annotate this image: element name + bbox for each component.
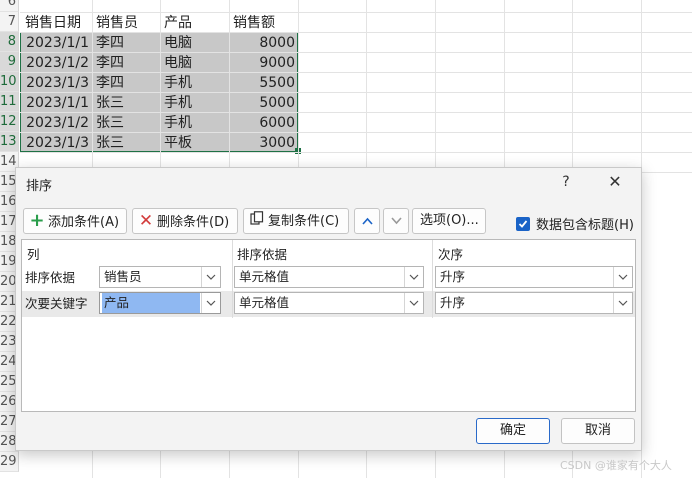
dropdown-button[interactable]: [201, 293, 220, 313]
dropdown-button[interactable]: [201, 267, 220, 287]
criteria-table: 列 排序依据 次序 排序依据 销售员 单元格值 升序 次要关键字 产品 单元格值…: [21, 239, 636, 412]
row-header[interactable]: 6: [0, 0, 19, 12]
copy-icon: [248, 209, 266, 233]
copy-condition-label: 复制条件(C): [268, 214, 340, 229]
x-icon: ✕: [138, 211, 154, 231]
move-down-button[interactable]: [383, 208, 409, 234]
salesperson-cell[interactable]: 张三: [93, 93, 160, 113]
ok-button[interactable]: 确定: [476, 418, 550, 444]
salesperson-cell[interactable]: 李四: [93, 33, 160, 53]
dropdown-button[interactable]: [404, 267, 423, 287]
dropdown-button[interactable]: [613, 267, 632, 287]
add-condition-button[interactable]: + 添加条件(A): [23, 208, 127, 234]
product-cell[interactable]: 平板: [161, 133, 229, 153]
sort-on-select[interactable]: 单元格值: [234, 292, 424, 314]
amount-cell[interactable]: 6000: [230, 113, 298, 133]
product-cell[interactable]: 手机: [161, 113, 229, 133]
date-cell[interactable]: 2023/1/1: [22, 33, 92, 53]
chevron-down-icon: [391, 217, 402, 225]
column-divider: [232, 240, 233, 318]
sort-dialog: 排序 ? ✕ + 添加条件(A) ✕ 删除条件(D) 复制条件(C) 选项(O)..…: [15, 167, 642, 451]
header-cell[interactable]: 产品: [161, 13, 229, 33]
row-header[interactable]: 8: [0, 32, 19, 52]
date-cell[interactable]: 2023/1/3: [22, 73, 92, 93]
checkmark-icon[interactable]: [516, 216, 530, 231]
dropdown-button[interactable]: [613, 293, 632, 313]
chevron-down-icon: [206, 300, 216, 306]
criteria-label: 次要关键字: [25, 296, 88, 311]
order-select[interactable]: 升序: [435, 266, 633, 288]
column-select-value: 销售员: [104, 269, 142, 284]
date-cell[interactable]: 2023/1/1: [22, 93, 92, 113]
header-cell[interactable]: 销售员: [93, 13, 160, 33]
dropdown-button[interactable]: [404, 293, 423, 313]
chevron-down-icon: [618, 274, 628, 280]
column-header: 列: [27, 247, 40, 262]
product-cell[interactable]: 电脑: [161, 53, 229, 73]
row-header[interactable]: 12: [0, 112, 19, 132]
row-header[interactable]: 7: [0, 12, 19, 32]
date-cell[interactable]: 2023/1/2: [22, 53, 92, 73]
row-header[interactable]: 29: [0, 452, 19, 472]
column-select[interactable]: 产品: [99, 292, 221, 314]
amount-cell[interactable]: 3000: [230, 133, 298, 153]
product-cell[interactable]: 手机: [161, 73, 229, 93]
row-header[interactable]: 13: [0, 132, 19, 152]
row-header[interactable]: 10: [0, 72, 19, 92]
column-divider: [432, 240, 433, 318]
order-header: 次序: [438, 247, 464, 262]
amount-cell[interactable]: 5500: [230, 73, 298, 93]
product-cell[interactable]: 电脑: [161, 33, 229, 53]
date-cell[interactable]: 2023/1/2: [22, 113, 92, 133]
options-button[interactable]: 选项(O)...: [412, 208, 486, 234]
delete-condition-button[interactable]: ✕ 删除条件(D): [132, 208, 238, 234]
amount-cell[interactable]: 8000: [230, 33, 298, 53]
sort-on-value: 单元格值: [239, 269, 290, 284]
watermark: CSDN @谁家有个大人: [560, 459, 672, 472]
salesperson-cell[interactable]: 张三: [93, 133, 160, 153]
column-select[interactable]: 销售员: [99, 266, 221, 288]
date-cell[interactable]: 2023/1/3: [22, 133, 92, 153]
salesperson-cell[interactable]: 张三: [93, 113, 160, 133]
amount-cell[interactable]: 9000: [230, 53, 298, 73]
salesperson-cell[interactable]: 李四: [93, 73, 160, 93]
sort-on-value: 单元格值: [239, 295, 290, 310]
close-button[interactable]: ✕: [602, 171, 628, 193]
move-up-button[interactable]: [354, 208, 380, 234]
header-cell[interactable]: 销售额: [230, 13, 298, 33]
salesperson-cell[interactable]: 李四: [93, 53, 160, 73]
criteria-label: 排序依据: [25, 270, 76, 285]
column-select-value: 产品: [102, 293, 200, 313]
row-header[interactable]: 9: [0, 52, 19, 72]
header-checkbox[interactable]: 数据包含标题(H): [516, 213, 634, 233]
copy-condition-button[interactable]: 复制条件(C): [243, 208, 349, 234]
chevron-down-icon: [409, 274, 419, 280]
chevron-down-icon: [409, 300, 419, 306]
amount-cell[interactable]: 5000: [230, 93, 298, 113]
product-cell[interactable]: 手机: [161, 93, 229, 113]
plus-icon: +: [29, 210, 45, 231]
header-cell[interactable]: 销售日期: [22, 13, 92, 33]
order-select[interactable]: 升序: [435, 292, 633, 314]
sort-on-header: 排序依据: [237, 247, 288, 262]
chevron-down-icon: [206, 274, 216, 280]
header-checkbox-label: 数据包含标题(H): [536, 218, 634, 233]
sort-on-select[interactable]: 单元格值: [234, 266, 424, 288]
order-value: 升序: [440, 295, 466, 310]
order-value: 升序: [440, 269, 466, 284]
chevron-up-icon: [362, 217, 373, 225]
cancel-button[interactable]: 取消: [561, 418, 635, 444]
chevron-down-icon: [618, 300, 628, 306]
dialog-title: 排序: [26, 179, 53, 194]
delete-condition-label: 删除条件(D): [157, 215, 230, 230]
add-condition-label: 添加条件(A): [48, 215, 120, 230]
row-header[interactable]: 11: [0, 92, 19, 112]
help-button[interactable]: ?: [554, 171, 578, 193]
